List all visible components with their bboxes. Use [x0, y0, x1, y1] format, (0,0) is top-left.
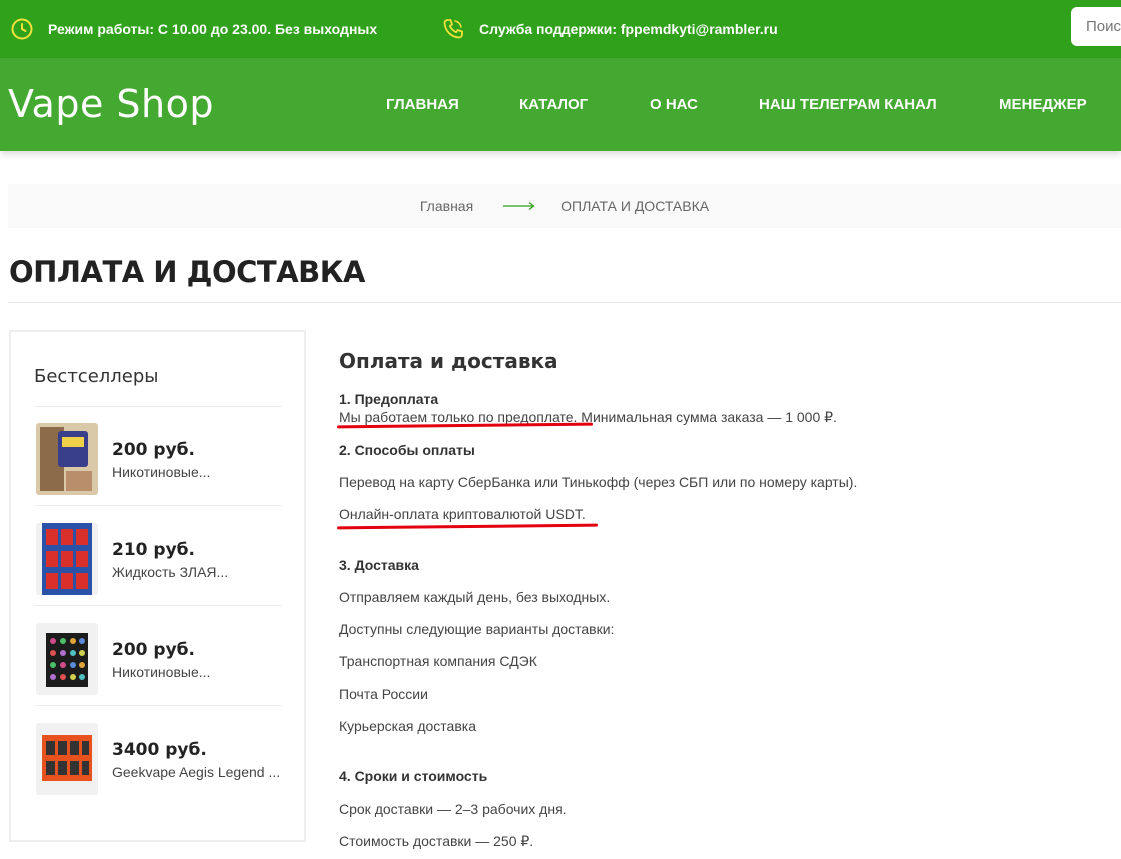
payment-method-card: Перевод на карту СберБанка или Тинькофф …	[339, 474, 858, 490]
title-divider	[8, 302, 1121, 303]
top-info-bar: Режим работы: С 10.00 до 23.00. Без выхо…	[0, 0, 1121, 58]
arrow-right-icon	[503, 201, 535, 211]
product-price: 200 руб.	[112, 440, 195, 460]
search-input[interactable]	[1071, 7, 1121, 46]
phone-icon	[443, 19, 463, 39]
bestsellers-sidebar: Бестселлеры 200 руб. Никотиновые... 210 …	[9, 330, 306, 842]
product-price: 200 руб.	[112, 640, 195, 660]
working-hours: Режим работы: С 10.00 до 23.00. Без выхо…	[10, 0, 377, 58]
delivery-option-cdek: Транспортная компания СДЭК	[339, 653, 537, 669]
delivery-option-post: Почта России	[339, 686, 428, 702]
delivery-cost-text: Стоимость доставки — 250 ₽.	[339, 833, 534, 849]
nav-about[interactable]: О НАС	[650, 96, 698, 113]
delivery-text: Отправляем каждый день, без выходных.	[339, 589, 611, 605]
product-price: 210 руб.	[112, 540, 195, 560]
product-image[interactable]	[36, 523, 98, 595]
support-text: Служба поддержки: fppemdkyti@rambler.ru	[479, 21, 778, 37]
section-payment-heading: 2. Способы оплаты	[339, 442, 475, 458]
sidebar-title: Бестселлеры	[34, 366, 159, 387]
support-contact: Служба поддержки: fppemdkyti@rambler.ru	[441, 0, 778, 58]
product-price: 3400 руб.	[112, 740, 207, 760]
section-delivery-heading: 3. Доставка	[339, 557, 419, 573]
clock-icon	[11, 18, 33, 40]
breadcrumb-home[interactable]: Главная	[420, 198, 473, 214]
product-name[interactable]: Никотиновые...	[112, 664, 284, 680]
nav-catalog[interactable]: КАТАЛОГ	[519, 96, 588, 113]
product-image[interactable]	[36, 723, 98, 795]
nav-home[interactable]: ГЛАВНАЯ	[386, 96, 459, 113]
delivery-time-text: Срок доставки — 2–3 рабочих дня.	[339, 801, 567, 817]
product-name[interactable]: Жидкость ЗЛАЯ...	[112, 564, 284, 580]
nav-manager[interactable]: МЕНЕДЖЕР	[999, 96, 1087, 113]
product-image[interactable]	[36, 623, 98, 695]
section-terms-heading: 4. Сроки и стоимость	[339, 768, 488, 784]
section-prepayment-heading: 1. Предоплата	[339, 391, 439, 407]
product-card[interactable]: 200 руб. Никотиновые...	[34, 408, 284, 506]
product-divider	[34, 705, 282, 706]
working-hours-text: Режим работы: С 10.00 до 23.00. Без выхо…	[48, 21, 378, 37]
payment-method-crypto: Онлайн-оплата криптовалютой USDT.	[339, 506, 586, 522]
site-logo[interactable]: Vape Shop	[8, 82, 214, 126]
product-name[interactable]: Geekvape Aegis Legend ...	[112, 764, 284, 780]
page-title: ОПЛАТА И ДОСТАВКА	[9, 255, 365, 289]
breadcrumb: Главная ОПЛАТА И ДОСТАВКА	[8, 184, 1121, 228]
product-card[interactable]: 210 руб. Жидкость ЗЛАЯ...	[34, 508, 284, 606]
main-header: Vape Shop ГЛАВНАЯ КАТАЛОГ О НАС НАШ ТЕЛЕ…	[0, 58, 1121, 151]
breadcrumb-current: ОПЛАТА И ДОСТАВКА	[561, 198, 710, 214]
product-divider	[34, 505, 282, 506]
product-card[interactable]: 200 руб. Никотиновые...	[34, 608, 284, 706]
delivery-option-courier: Курьерская доставка	[339, 718, 476, 734]
product-image[interactable]	[36, 423, 98, 495]
content-title: Оплата и доставка	[339, 349, 558, 373]
delivery-options-text: Доступны следующие варианты доставки:	[339, 621, 615, 637]
product-card[interactable]: 3400 руб. Geekvape Aegis Legend ...	[34, 708, 284, 806]
nav-telegram-channel[interactable]: НАШ ТЕЛЕГРАМ КАНАЛ	[759, 96, 937, 113]
red-underline-annotation	[336, 523, 599, 530]
product-divider	[34, 605, 282, 606]
sidebar-divider	[34, 406, 282, 407]
product-name[interactable]: Никотиновые...	[112, 464, 284, 480]
